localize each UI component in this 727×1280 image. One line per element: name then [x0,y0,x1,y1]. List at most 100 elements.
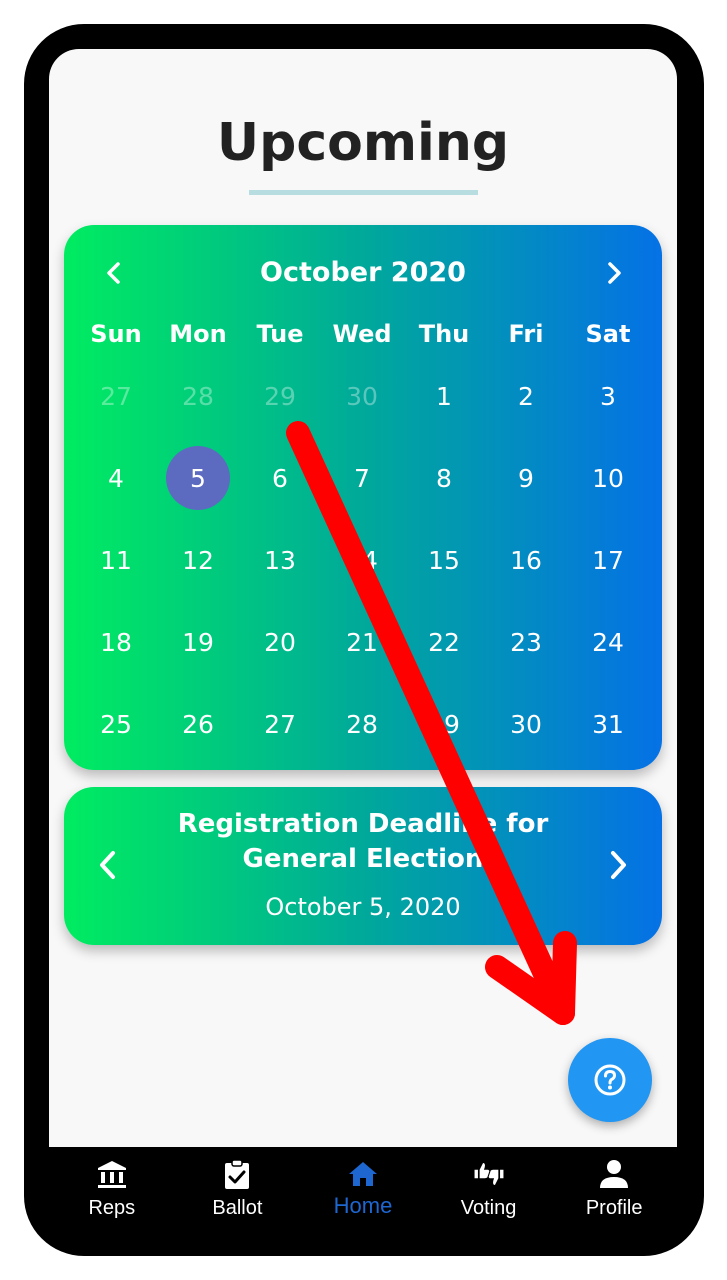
calendar-day-number: 26 [182,709,214,739]
calendar-week: 18 19 20 21 22 23 24 [75,601,651,683]
calendar-day[interactable]: 11 [75,519,157,601]
calendar-day[interactable]: 13 [239,519,321,601]
nav-label: Voting [460,1197,517,1219]
calendar-week: 25 26 27 28 29 30 31 [75,683,651,765]
calendar-day-number: 8 [436,463,452,493]
calendar-day-number: 27 [100,381,132,411]
help-button[interactable] [568,1038,652,1122]
event-title-line: General Election [242,844,484,874]
calendar-week: 11 12 13 14 15 16 17 [75,519,651,601]
calendar-day[interactable]: 30 [321,355,403,437]
calendar-header: October 2020 [64,225,662,320]
calendar-day-number: 27 [264,709,296,739]
home-icon [346,1157,380,1191]
nav-label: Home [333,1193,393,1218]
help-circle-icon [594,1064,626,1096]
nav-label: Ballot [212,1197,263,1219]
calendar-day-number: 5 [190,463,206,493]
calendar-day[interactable]: 16 [485,519,567,601]
calendar-day-number: 16 [510,545,542,575]
calendar-day-number: 23 [510,627,542,657]
chevron-left-icon [100,851,115,879]
calendar-day-number: 30 [346,381,378,411]
calendar-day[interactable]: 19 [157,601,239,683]
calendar-day[interactable]: 23 [485,601,567,683]
calendar-day-number: 21 [346,627,378,657]
nav-item-reps[interactable]: Reps [49,1147,175,1227]
calendar-day[interactable]: 31 [567,683,649,765]
calendar-day[interactable]: 20 [239,601,321,683]
weekday-label: Fri [508,320,544,348]
next-month-button[interactable] [594,253,634,293]
event-card: Registration Deadline for General Electi… [64,787,662,945]
calendar-day-selected[interactable]: 5 [157,437,239,519]
calendar-day-number: 29 [264,381,296,411]
calendar-day[interactable]: 29 [239,355,321,437]
calendar-day[interactable]: 7 [321,437,403,519]
weekday-label: Thu [418,320,470,348]
calendar-day[interactable]: 15 [403,519,485,601]
calendar-day-number: 14 [346,545,378,575]
nav-item-profile[interactable]: Profile [551,1147,677,1227]
calendar-day[interactable]: 3 [567,355,649,437]
clipboard-check-icon [220,1157,254,1191]
calendar-day[interactable]: 6 [239,437,321,519]
app-screen: Upcoming October 2020 Sun Mon Tue Wed Th… [49,49,677,1147]
calendar-day[interactable]: 25 [75,683,157,765]
calendar-day-number: 6 [272,463,288,493]
calendar-day[interactable]: 27 [75,355,157,437]
calendar-day-number: 11 [100,545,132,575]
nav-item-home[interactable]: Home [300,1147,426,1227]
calendar-day-number: 4 [108,463,124,493]
person-icon [597,1157,631,1191]
nav-label: Reps [88,1197,136,1219]
calendar-day[interactable]: 26 [157,683,239,765]
calendar-day-number: 18 [100,627,132,657]
calendar-grid: 27 28 29 30 1 2 3 4 5 6 7 8 9 10 11 12 13 14 15 16 17 18 19 20 2… [75,355,651,765]
calendar-day-number: 19 [182,627,214,657]
next-event-button[interactable] [598,845,638,885]
calendar-day[interactable]: 12 [157,519,239,601]
calendar-day-number: 31 [592,709,624,739]
calendar-day[interactable]: 1 [403,355,485,437]
calendar-day[interactable]: 10 [567,437,649,519]
page-title: Upcoming [216,113,510,173]
calendar-day-number: 29 [428,709,460,739]
calendar-day[interactable]: 29 [403,683,485,765]
previous-event-button[interactable] [88,845,128,885]
weekday-header: Sun Mon Tue Wed Thu Fri Sat [75,320,651,360]
calendar-day[interactable]: 28 [157,355,239,437]
weekday-label: Mon [169,320,227,348]
calendar-day-number: 15 [428,545,460,575]
calendar-day-number: 20 [264,627,296,657]
calendar-day[interactable]: 22 [403,601,485,683]
calendar-day-number: 30 [510,709,542,739]
chevron-right-icon [608,262,621,284]
calendar-day[interactable]: 8 [403,437,485,519]
nav-item-voting[interactable]: Voting [426,1147,552,1227]
calendar-day-number: 9 [518,463,534,493]
calendar-card: October 2020 Sun Mon Tue Wed Thu Fri Sat… [64,225,662,770]
calendar-day[interactable]: 24 [567,601,649,683]
calendar-day[interactable]: 28 [321,683,403,765]
event-title: Registration Deadline for General Electi… [144,807,582,877]
calendar-day[interactable]: 17 [567,519,649,601]
calendar-day-number: 22 [428,627,460,657]
calendar-day-number: 13 [264,545,296,575]
calendar-day-number: 10 [592,463,624,493]
calendar-day[interactable]: 27 [239,683,321,765]
calendar-day[interactable]: 30 [485,683,567,765]
nav-label: Profile [585,1197,643,1219]
calendar-day[interactable]: 2 [485,355,567,437]
calendar-day[interactable]: 14 [321,519,403,601]
weekday-label: Sun [90,320,142,348]
calendar-day[interactable]: 9 [485,437,567,519]
event-date: October 5, 2020 [265,893,461,921]
calendar-day[interactable]: 18 [75,601,157,683]
calendar-day[interactable]: 4 [75,437,157,519]
calendar-day-number: 17 [592,545,624,575]
title-underline [249,190,478,195]
calendar-day[interactable]: 21 [321,601,403,683]
nav-item-ballot[interactable]: Ballot [175,1147,301,1227]
month-title: October 2020 [260,257,466,288]
